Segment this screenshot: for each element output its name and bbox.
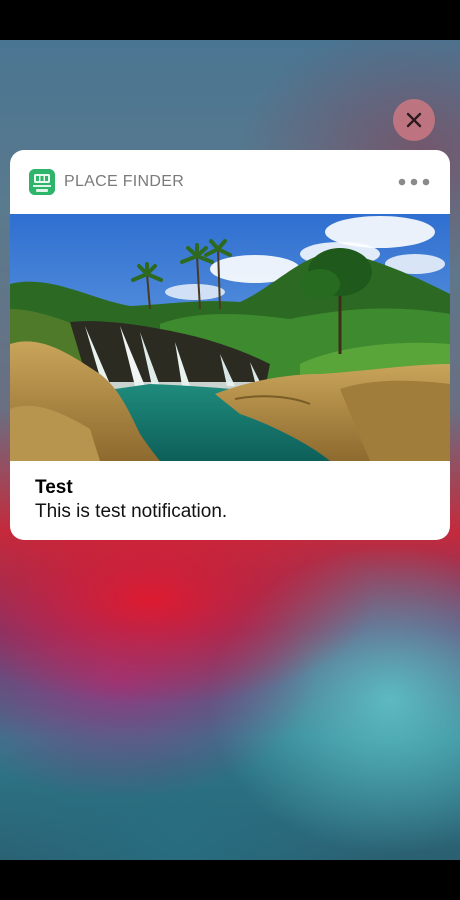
close-icon: [406, 112, 422, 128]
expanded-notification-card[interactable]: PLACE FINDER Test This is test notificat…: [10, 150, 450, 540]
waterfall-landscape-photo: [10, 214, 450, 461]
lock-screen: PLACE FINDER Test This is test notificat…: [0, 0, 460, 900]
bottom-letterbox: [0, 860, 460, 900]
top-letterbox: [0, 0, 460, 40]
app-name: PLACE FINDER: [64, 173, 185, 190]
notification-body: This is test notification.: [35, 501, 228, 522]
close-notification-button[interactable]: [393, 99, 435, 141]
place-finder-app-icon: [29, 169, 55, 195]
notification-header: PLACE FINDER: [10, 150, 450, 214]
notification-title: Test: [35, 477, 73, 498]
more-options-icon: [398, 178, 430, 186]
notification-image[interactable]: [10, 214, 450, 461]
more-options-button[interactable]: [394, 170, 434, 194]
